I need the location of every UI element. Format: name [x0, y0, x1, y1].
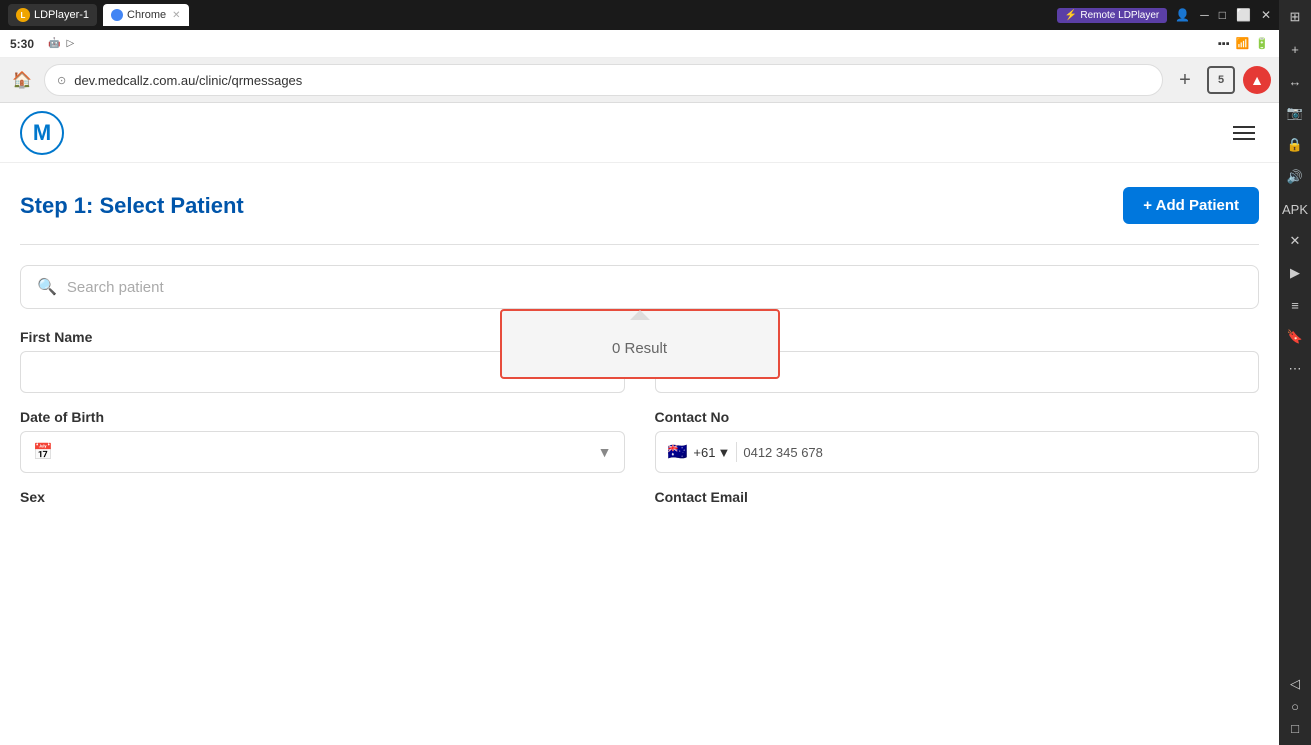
play-icon: ▷ — [66, 38, 74, 49]
chrome-tab-close[interactable]: ✕ — [172, 10, 180, 21]
search-dropdown: 0 Result — [500, 309, 780, 379]
sidebar-volume-icon[interactable]: 🔊 — [1284, 166, 1306, 188]
signal-icon: 📶 — [1236, 37, 1250, 50]
calendar-icon: 📅 — [33, 442, 53, 462]
sidebar-plus-icon[interactable]: + — [1284, 38, 1306, 60]
sidebar-x-icon[interactable]: ✕ — [1284, 230, 1306, 252]
country-chevron-icon: ▼ — [717, 445, 730, 460]
hamburger-menu[interactable] — [1229, 122, 1259, 144]
search-input[interactable] — [67, 279, 1242, 296]
app-logo[interactable]: M — [20, 111, 64, 155]
sidebar-arrow-icon[interactable]: ↔ — [1284, 70, 1306, 92]
search-result-text: 0 Result — [502, 320, 778, 377]
contact-email-group: Contact Email — [655, 489, 1260, 505]
contact-no-group: Contact No 🇦🇺 +61 ▼ 0412 345 678 — [655, 409, 1260, 473]
contact-no-label: Contact No — [655, 409, 1260, 425]
sidebar-bottom: ◁ ○ □ — [1284, 673, 1306, 739]
status-icons: 🤖 ▷ — [48, 38, 74, 49]
sidebar-circle-icon[interactable]: ○ — [1284, 695, 1306, 717]
status-right: ▪▪▪ 📶 🔋 — [1218, 37, 1269, 50]
sex-group: Sex — [20, 489, 625, 505]
search-input-wrapper[interactable]: 🔍 — [20, 265, 1259, 309]
remote-ldplayer-btn[interactable]: ⚡ Remote LDPlayer — [1057, 8, 1167, 23]
sex-label: Sex — [20, 489, 625, 505]
step-header: Step 1: Select Patient + Add Patient — [20, 187, 1259, 224]
battery-icon: 🔋 — [1255, 37, 1269, 50]
dob-label: Date of Birth — [20, 409, 625, 425]
chrome-tab[interactable]: Chrome ✕ — [103, 4, 189, 26]
app-header: M — [0, 103, 1279, 163]
logo-letter: M — [33, 120, 51, 146]
sidebar-camera-icon[interactable]: 📷 — [1284, 102, 1306, 124]
ldplayer-icon: L — [16, 8, 30, 22]
window-controls: 👤 ─ □ ⬜ ✕ — [1175, 8, 1271, 22]
lightning-icon: ⚡ — [1065, 10, 1077, 21]
status-time: 5:30 — [10, 37, 34, 51]
hamburger-line-2 — [1233, 132, 1255, 134]
country-code[interactable]: +61 ▼ — [693, 445, 730, 460]
wifi-icon: ▪▪▪ — [1218, 38, 1230, 50]
sidebar-play-icon[interactable]: ▶ — [1284, 262, 1306, 284]
sidebar-square-icon[interactable]: □ — [1284, 717, 1306, 739]
new-tab-button[interactable]: + — [1171, 66, 1199, 94]
hamburger-line-1 — [1233, 126, 1255, 128]
restore-icon[interactable]: □ — [1219, 8, 1226, 22]
hamburger-line-3 — [1233, 138, 1255, 140]
phone-number: 0412 345 678 — [743, 445, 1246, 460]
sidebar-bookmark-icon[interactable]: 🔖 — [1284, 326, 1306, 348]
remote-ldplayer-label: Remote LDPlayer — [1080, 10, 1159, 21]
profile-initial: ▲ — [1250, 72, 1264, 88]
chrome-icon — [111, 9, 123, 21]
url-icon: ⊙ — [57, 74, 66, 87]
flag-icon: 🇦🇺 — [668, 442, 688, 462]
url-bar[interactable]: ⊙ dev.medcallz.com.au/clinic/qrmessages — [44, 64, 1163, 96]
url-text: dev.medcallz.com.au/clinic/qrmessages — [74, 73, 1150, 88]
dob-chevron-icon: ▼ — [598, 444, 612, 460]
ldplayer-label: LDPlayer-1 — [34, 9, 89, 21]
taskbar: L LDPlayer-1 Chrome ✕ ⚡ Remote LDPlayer … — [0, 0, 1279, 30]
sidebar-lock-icon[interactable]: 🔒 — [1284, 134, 1306, 156]
maximize-icon[interactable]: ⬜ — [1236, 8, 1251, 22]
sidebar-list-icon[interactable]: ≡ — [1284, 294, 1306, 316]
contact-email-label: Contact Email — [655, 489, 1260, 505]
dob-group: Date of Birth 📅 ▼ — [20, 409, 625, 473]
home-button[interactable]: 🏠 — [8, 66, 36, 94]
right-sidebar: ⊞ + ↔ 📷 🔒 🔊 APK ✕ ▶ ≡ 🔖 ⋯ ◁ ○ □ — [1279, 0, 1311, 745]
ldplayer-app[interactable]: L LDPlayer-1 — [8, 4, 97, 26]
close-icon[interactable]: ✕ — [1261, 8, 1271, 22]
minimize-icon[interactable]: ─ — [1200, 8, 1209, 22]
android-icon: 🤖 — [48, 38, 60, 49]
sidebar-dots-icon[interactable]: ⋯ — [1284, 358, 1306, 380]
page-content: Step 1: Select Patient + Add Patient 🔍 0… — [0, 163, 1279, 745]
search-container: 🔍 0 Result — [20, 265, 1259, 309]
taskbar-right: ⚡ Remote LDPlayer 👤 ─ □ ⬜ ✕ — [1057, 8, 1271, 23]
phone-input-wrapper[interactable]: 🇦🇺 +61 ▼ 0412 345 678 — [655, 431, 1260, 473]
browser-chrome: 🏠 ⊙ dev.medcallz.com.au/clinic/qrmessage… — [0, 58, 1279, 103]
sidebar-back-icon[interactable]: ◁ — [1284, 673, 1306, 695]
divider — [20, 244, 1259, 245]
dropdown-arrow — [630, 310, 650, 320]
sidebar-grid-icon[interactable]: ⊞ — [1284, 6, 1306, 28]
browser-actions: + 5 ▲ — [1171, 66, 1271, 94]
dob-picker[interactable]: 📅 ▼ — [20, 431, 625, 473]
step-title: Step 1: Select Patient — [20, 193, 244, 219]
status-bar: 5:30 🤖 ▷ ▪▪▪ 📶 🔋 — [0, 30, 1279, 58]
search-icon: 🔍 — [37, 277, 57, 297]
tab-count-button[interactable]: 5 — [1207, 66, 1235, 94]
profile-icon[interactable]: 👤 — [1175, 8, 1190, 22]
chrome-tab-label: Chrome — [127, 9, 166, 21]
profile-button[interactable]: ▲ — [1243, 66, 1271, 94]
add-patient-button[interactable]: + Add Patient — [1123, 187, 1259, 224]
phone-divider — [736, 442, 737, 462]
sidebar-apk-icon[interactable]: APK — [1284, 198, 1306, 220]
